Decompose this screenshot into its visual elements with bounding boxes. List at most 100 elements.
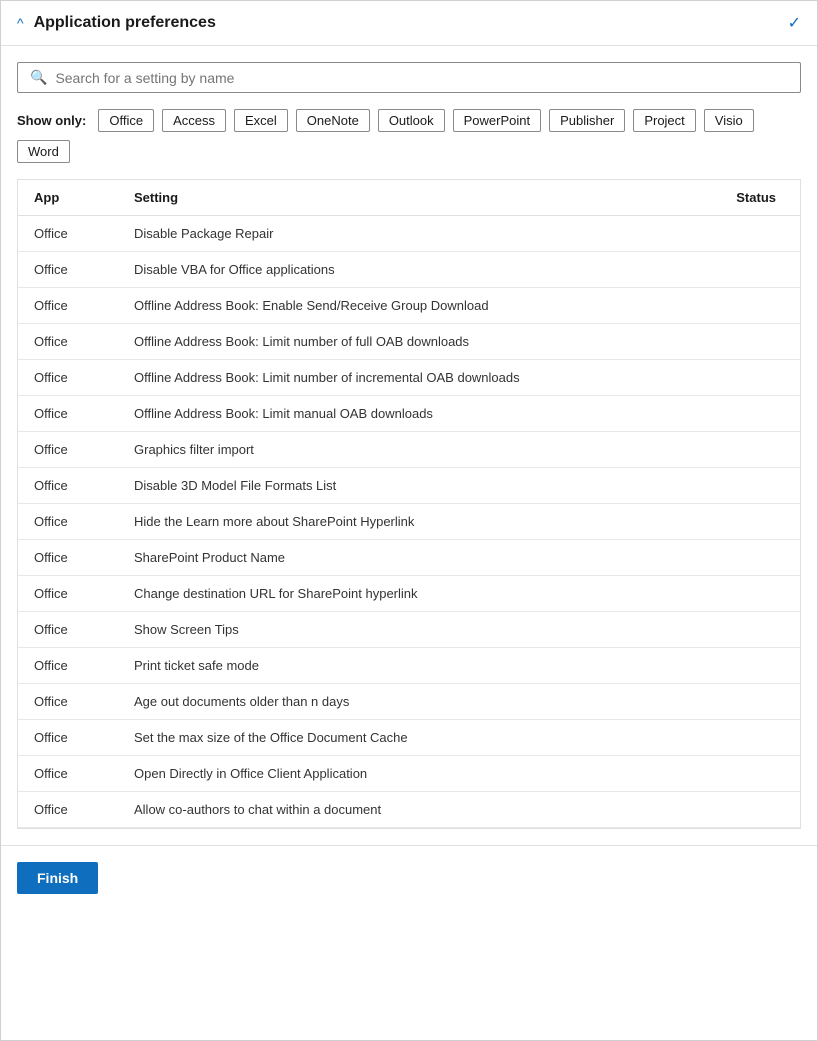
cell-app: Office [18,468,118,504]
cell-setting: Change destination URL for SharePoint hy… [118,576,691,612]
cell-status [691,468,800,504]
table-row[interactable]: OfficeDisable VBA for Office application… [18,252,800,288]
cell-app: Office [18,504,118,540]
col-setting: Setting [118,180,691,216]
table-row[interactable]: OfficeChange destination URL for SharePo… [18,576,800,612]
cell-app: Office [18,756,118,792]
cell-setting: Age out documents older than n days [118,684,691,720]
search-input[interactable] [55,70,788,86]
search-container: 🔍 [17,62,801,93]
cell-setting: Offline Address Book: Limit number of fu… [118,324,691,360]
cell-status [691,324,800,360]
cell-app: Office [18,396,118,432]
col-app: App [18,180,118,216]
cell-app: Office [18,324,118,360]
table-row[interactable]: OfficeOffline Address Book: Limit number… [18,360,800,396]
search-icon: 🔍 [30,69,47,86]
page-title: Application preferences [34,14,216,32]
filter-btn-access[interactable]: Access [162,109,226,132]
app-header: ^ Application preferences ✓ [1,1,817,46]
table-row[interactable]: OfficeGraphics filter import [18,432,800,468]
cell-app: Office [18,720,118,756]
cell-app: Office [18,576,118,612]
table-row[interactable]: OfficeDisable Package Repair [18,216,800,252]
cell-app: Office [18,792,118,828]
cell-setting: Disable Package Repair [118,216,691,252]
cell-setting: Allow co-authors to chat within a docume… [118,792,691,828]
col-status: Status [691,180,800,216]
cell-app: Office [18,288,118,324]
settings-table: App Setting Status OfficeDisable Package… [18,180,800,828]
cell-status [691,792,800,828]
cell-setting: Print ticket safe mode [118,648,691,684]
table-row[interactable]: OfficeOffline Address Book: Limit number… [18,324,800,360]
filter-row: Show only: Office Access Excel OneNote Outlo… [17,109,801,163]
table-row[interactable]: OfficeHide the Learn more about SharePoi… [18,504,800,540]
cell-status [691,360,800,396]
show-only-label: Show only: [17,113,86,128]
filter-btn-outlook[interactable]: Outlook [378,109,445,132]
cell-setting: Offline Address Book: Enable Send/Receiv… [118,288,691,324]
table-row[interactable]: OfficeSharePoint Product Name [18,540,800,576]
table-body: OfficeDisable Package RepairOfficeDisabl… [18,216,800,828]
table-row[interactable]: OfficeDisable 3D Model File Formats List [18,468,800,504]
cell-setting: Open Directly in Office Client Applicati… [118,756,691,792]
cell-status [691,756,800,792]
cell-status [691,720,800,756]
cell-status [691,252,800,288]
settings-table-container: App Setting Status OfficeDisable Package… [17,179,801,829]
chevron-icon: ^ [17,15,24,31]
cell-setting: Disable 3D Model File Formats List [118,468,691,504]
cell-setting: Disable VBA for Office applications [118,252,691,288]
finish-button[interactable]: Finish [17,862,98,894]
table-row[interactable]: OfficeSet the max size of the Office Doc… [18,720,800,756]
cell-status [691,504,800,540]
cell-setting: Offline Address Book: Limit number of in… [118,360,691,396]
table-wrapper[interactable]: App Setting Status OfficeDisable Package… [18,180,800,828]
filter-btn-office[interactable]: Office [98,109,154,132]
header-left: ^ Application preferences [17,14,216,32]
cell-app: Office [18,216,118,252]
cell-setting: Graphics filter import [118,432,691,468]
table-header-row: App Setting Status [18,180,800,216]
cell-app: Office [18,648,118,684]
filter-btn-project[interactable]: Project [633,109,695,132]
cell-app: Office [18,252,118,288]
search-box[interactable]: 🔍 [17,62,801,93]
table-row[interactable]: OfficeAllow co-authors to chat within a … [18,792,800,828]
table-row[interactable]: OfficeShow Screen Tips [18,612,800,648]
cell-app: Office [18,540,118,576]
cell-status [691,432,800,468]
cell-app: Office [18,684,118,720]
table-row[interactable]: OfficeOpen Directly in Office Client App… [18,756,800,792]
table-row[interactable]: OfficeOffline Address Book: Enable Send/… [18,288,800,324]
cell-app: Office [18,612,118,648]
table-row[interactable]: OfficePrint ticket safe mode [18,648,800,684]
filter-btn-onenote[interactable]: OneNote [296,109,370,132]
filter-btn-powerpoint[interactable]: PowerPoint [453,109,541,132]
cell-status [691,576,800,612]
cell-setting: Offline Address Book: Limit manual OAB d… [118,396,691,432]
cell-app: Office [18,432,118,468]
cell-status [691,684,800,720]
cell-status [691,396,800,432]
cell-setting: Hide the Learn more about SharePoint Hyp… [118,504,691,540]
cell-status [691,216,800,252]
filter-btn-excel[interactable]: Excel [234,109,288,132]
cell-status [691,540,800,576]
table-row[interactable]: OfficeAge out documents older than n day… [18,684,800,720]
cell-status [691,648,800,684]
cell-status [691,612,800,648]
cell-setting: Show Screen Tips [118,612,691,648]
filter-btn-visio[interactable]: Visio [704,109,754,132]
filter-btn-word[interactable]: Word [17,140,70,163]
cell-setting: Set the max size of the Office Document … [118,720,691,756]
table-row[interactable]: OfficeOffline Address Book: Limit manual… [18,396,800,432]
cell-status [691,288,800,324]
check-icon: ✓ [788,13,801,33]
footer: Finish [1,845,817,910]
filter-btn-publisher[interactable]: Publisher [549,109,625,132]
main-content: 🔍 Show only: Office Access Excel OneNote Out… [1,46,817,845]
cell-setting: SharePoint Product Name [118,540,691,576]
cell-app: Office [18,360,118,396]
